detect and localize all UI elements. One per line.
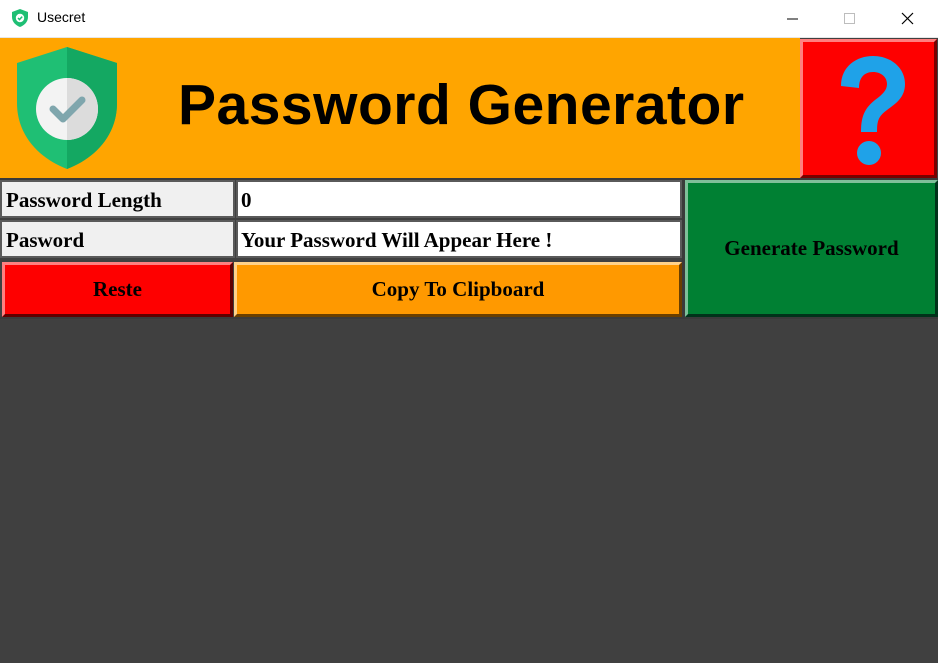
shield-check-icon	[17, 47, 117, 169]
minimize-icon	[787, 18, 798, 20]
header-banner: Password Generator	[0, 38, 800, 178]
close-button[interactable]	[884, 0, 930, 38]
maximize-icon	[844, 13, 855, 24]
reset-button[interactable]: Reste	[2, 262, 233, 317]
help-button[interactable]	[800, 39, 937, 178]
empty-content-area	[0, 319, 938, 663]
window-titlebar: Usecret	[0, 0, 938, 38]
shield-check-icon	[12, 9, 28, 27]
window-title: Usecret	[37, 9, 86, 25]
password-output-field[interactable]: Your Password Will Appear Here !	[236, 220, 682, 258]
password-length-label: Password Length	[0, 180, 235, 218]
app-title: Password Generator	[178, 73, 745, 137]
close-icon	[901, 12, 914, 25]
password-label: Pasword	[0, 220, 235, 258]
question-mark-icon	[841, 56, 905, 165]
minimize-button[interactable]	[770, 0, 816, 38]
maximize-button[interactable]	[827, 0, 873, 38]
generate-password-button[interactable]: Generate Password	[685, 180, 938, 317]
copy-to-clipboard-button[interactable]: Copy To Clipboard	[234, 262, 682, 317]
password-length-input[interactable]: 0	[236, 180, 682, 218]
